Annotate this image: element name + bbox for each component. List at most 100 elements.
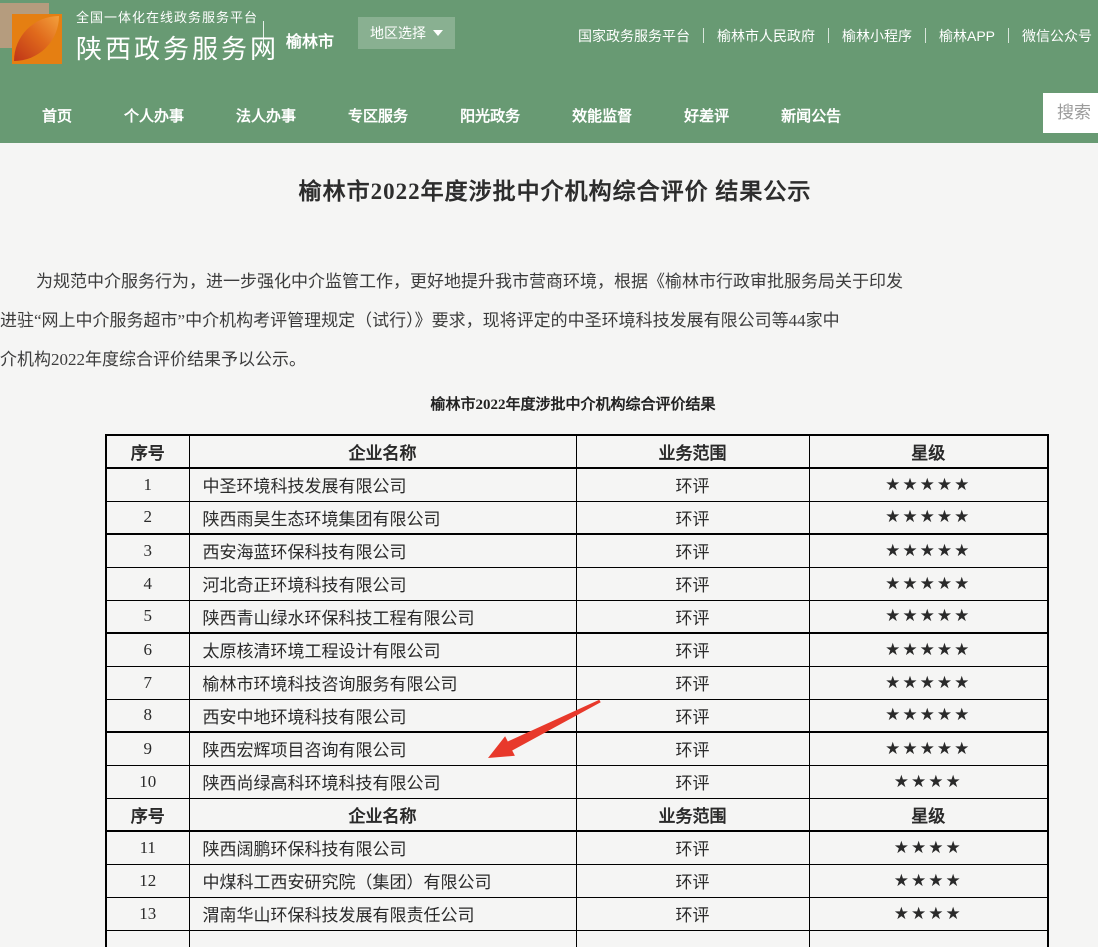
- cell-no: 6: [106, 633, 189, 666]
- table-row: 2 陕西雨昊生态环境集团有限公司 环评 ★★★★★: [106, 501, 1048, 534]
- header-link-mini-program[interactable]: 榆林小程序: [842, 26, 912, 46]
- cell-name: 渭南华山环保科技发展有限责任公司: [189, 897, 576, 930]
- cell-name: 陕西尚绿高科环境科技有限公司: [189, 765, 576, 798]
- brand-block: 全国一体化在线政务服务平台 陕西政务服务网: [76, 7, 279, 66]
- cell-no: 13: [106, 897, 189, 930]
- cell-stars: ★★★★: [809, 765, 1048, 798]
- col-header-no: 序号: [106, 798, 189, 831]
- link-separator: [828, 28, 829, 43]
- nav-item-news[interactable]: 新闻公告: [781, 105, 841, 126]
- paragraph-line: 进驻“网上中介服务超市”中介机构考评管理规定（试行）》要求，现将评定的中圣环境科…: [0, 301, 1098, 340]
- cell-scope: 环评: [576, 666, 809, 699]
- cell-no: 4: [106, 567, 189, 600]
- chevron-down-icon: [433, 30, 443, 36]
- page-title: 榆林市2022年度涉批中介机构综合评价 结果公示: [0, 172, 1098, 206]
- cell-stars: ★★★★★: [809, 468, 1048, 501]
- table-row: 13 渭南华山环保科技发展有限责任公司 环评 ★★★★: [106, 897, 1048, 930]
- header-link-national-platform[interactable]: 国家政务服务平台: [578, 26, 690, 46]
- cell-no: 11: [106, 831, 189, 864]
- cell-no: 1: [106, 468, 189, 501]
- nav-item-legal-services[interactable]: 法人办事: [236, 105, 296, 126]
- paragraph-line: 为规范中介服务行为，进一步强化中介监管工作，更好地提升我市营商环境，根据《榆林市…: [0, 262, 1098, 301]
- cell-no: 12: [106, 864, 189, 897]
- cell-stars: ★★★★★: [809, 600, 1048, 633]
- table-row: 7 榆林市环境科技咨询服务有限公司 环评 ★★★★★: [106, 666, 1048, 699]
- cell-scope: 环评: [576, 831, 809, 864]
- cell-name: 陕西阔鹏环保科技有限公司: [189, 831, 576, 864]
- nav-item-efficiency-supervision[interactable]: 效能监督: [572, 105, 632, 126]
- cell-no: 3: [106, 534, 189, 567]
- cell-scope: 环评: [576, 567, 809, 600]
- cell-name: 榆林市环境科技咨询服务有限公司: [189, 666, 576, 699]
- cell-scope: 环评: [576, 864, 809, 897]
- paragraph-line: 介机构2022年度综合评价结果予以公示。: [0, 340, 1098, 379]
- header-link-app[interactable]: 榆林APP: [939, 26, 995, 46]
- table-row: 1 中圣环境科技发展有限公司 环评 ★★★★★: [106, 468, 1048, 501]
- cell-name: 西安中地环境科技有限公司: [189, 699, 576, 732]
- cell-stars: ★★★★★: [809, 666, 1048, 699]
- cell-scope: 环评: [576, 501, 809, 534]
- cell-no: 10: [106, 765, 189, 798]
- table-header-row: 序号 企业名称 业务范围 星级: [106, 435, 1048, 468]
- search-input[interactable]: [1043, 93, 1098, 133]
- cell-stars: ★★★★★: [809, 633, 1048, 666]
- cell-no: 7: [106, 666, 189, 699]
- logo-orange-square: [12, 14, 62, 64]
- nav-item-zone-services[interactable]: 专区服务: [348, 105, 408, 126]
- cell-no: 9: [106, 732, 189, 765]
- table-header-row: 序号 企业名称 业务范围 星级: [106, 798, 1048, 831]
- nav-item-home[interactable]: 首页: [42, 105, 72, 126]
- cell-stars: ★★★★★: [809, 534, 1048, 567]
- table-caption: 榆林市2022年度涉批中介机构综合评价结果: [0, 393, 1098, 414]
- region-selector-label: 地区选择: [370, 23, 426, 43]
- cell-stars: ★★★★: [809, 897, 1048, 930]
- header-link-wechat[interactable]: 微信公众号: [1022, 26, 1092, 46]
- col-header-stars: 星级: [809, 435, 1048, 468]
- cell-name: 陕西青山绿水环保科技工程有限公司: [189, 600, 576, 633]
- cell-no: 8: [106, 699, 189, 732]
- logo-leaf-icon: [14, 16, 59, 61]
- site-logo[interactable]: [0, 2, 64, 66]
- cell-name: 西安海蓝环保科技有限公司: [189, 534, 576, 567]
- cell-stars: ★★★★★: [809, 732, 1048, 765]
- table-row: 3 西安海蓝环保科技有限公司 环评 ★★★★★: [106, 534, 1048, 567]
- table-row: 5 陕西青山绿水环保科技工程有限公司 环评 ★★★★★: [106, 600, 1048, 633]
- col-header-no: 序号: [106, 435, 189, 468]
- platform-title: 全国一体化在线政务服务平台: [76, 7, 279, 26]
- cell-name: 陕西雨昊生态环境集团有限公司: [189, 501, 576, 534]
- nav-item-sunshine-gov[interactable]: 阳光政务: [460, 105, 520, 126]
- cell-scope: 环评: [576, 732, 809, 765]
- cell-scope: 环评: [576, 468, 809, 501]
- table-row: 8 西安中地环境科技有限公司 环评 ★★★★★: [106, 699, 1048, 732]
- cell-name: 陕西宏辉项目咨询有限公司: [189, 732, 576, 765]
- announcement-paragraph: 为规范中介服务行为，进一步强化中介监管工作，更好地提升我市营商环境，根据《榆林市…: [0, 262, 1098, 379]
- region-selector-button[interactable]: 地区选择: [358, 17, 455, 49]
- cell-name: 中煤科工西安研究院（集团）有限公司: [189, 864, 576, 897]
- announcement-page: 榆林市2022年度涉批中介机构综合评价 结果公示 为规范中介服务行为，进一步强化…: [0, 172, 1098, 947]
- site-header: 全国一体化在线政务服务平台 陕西政务服务网 榆林市 地区选择 国家政务服务平台 …: [0, 0, 1098, 143]
- evaluation-table: 序号 企业名称 业务范围 星级 1 中圣环境科技发展有限公司 环评 ★★★★★ …: [105, 434, 1049, 947]
- header-divider: [263, 21, 264, 52]
- cell-stars: ★★★★: [809, 864, 1048, 897]
- cell-scope: 环评: [576, 897, 809, 930]
- table-row: 12 中煤科工西安研究院（集团）有限公司 环评 ★★★★: [106, 864, 1048, 897]
- cell-name: 太原核清环境工程设计有限公司: [189, 633, 576, 666]
- nav-item-personal-services[interactable]: 个人办事: [124, 105, 184, 126]
- col-header-name: 企业名称: [189, 435, 576, 468]
- link-separator: [1008, 28, 1009, 43]
- nav-item-review[interactable]: 好差评: [684, 105, 729, 126]
- header-links: 国家政务服务平台 榆林市人民政府 榆林小程序 榆林APP 微信公众号 注册: [578, 25, 1098, 46]
- table-row: 10 陕西尚绿高科环境科技有限公司 环评 ★★★★: [106, 765, 1048, 798]
- cell-stars: ★★★★★: [809, 699, 1048, 732]
- cell-stars: ★★★★★: [809, 501, 1048, 534]
- main-nav: 首页 个人办事 法人办事 专区服务 阳光政务 效能监督 好差评 新闻公告: [0, 88, 1098, 143]
- table-row: 9 陕西宏辉项目咨询有限公司 环评 ★★★★★: [106, 732, 1048, 765]
- table-row-partial: [106, 930, 1048, 947]
- header-top-row: 全国一体化在线政务服务平台 陕西政务服务网 榆林市 地区选择 国家政务服务平台 …: [0, 0, 1098, 88]
- table-row: 4 河北奇正环境科技有限公司 环评 ★★★★★: [106, 567, 1048, 600]
- col-header-scope: 业务范围: [576, 798, 809, 831]
- link-separator: [703, 28, 704, 43]
- table-row: 11 陕西阔鹏环保科技有限公司 环评 ★★★★: [106, 831, 1048, 864]
- header-link-city-government[interactable]: 榆林市人民政府: [717, 26, 815, 46]
- cell-stars: ★★★★: [809, 831, 1048, 864]
